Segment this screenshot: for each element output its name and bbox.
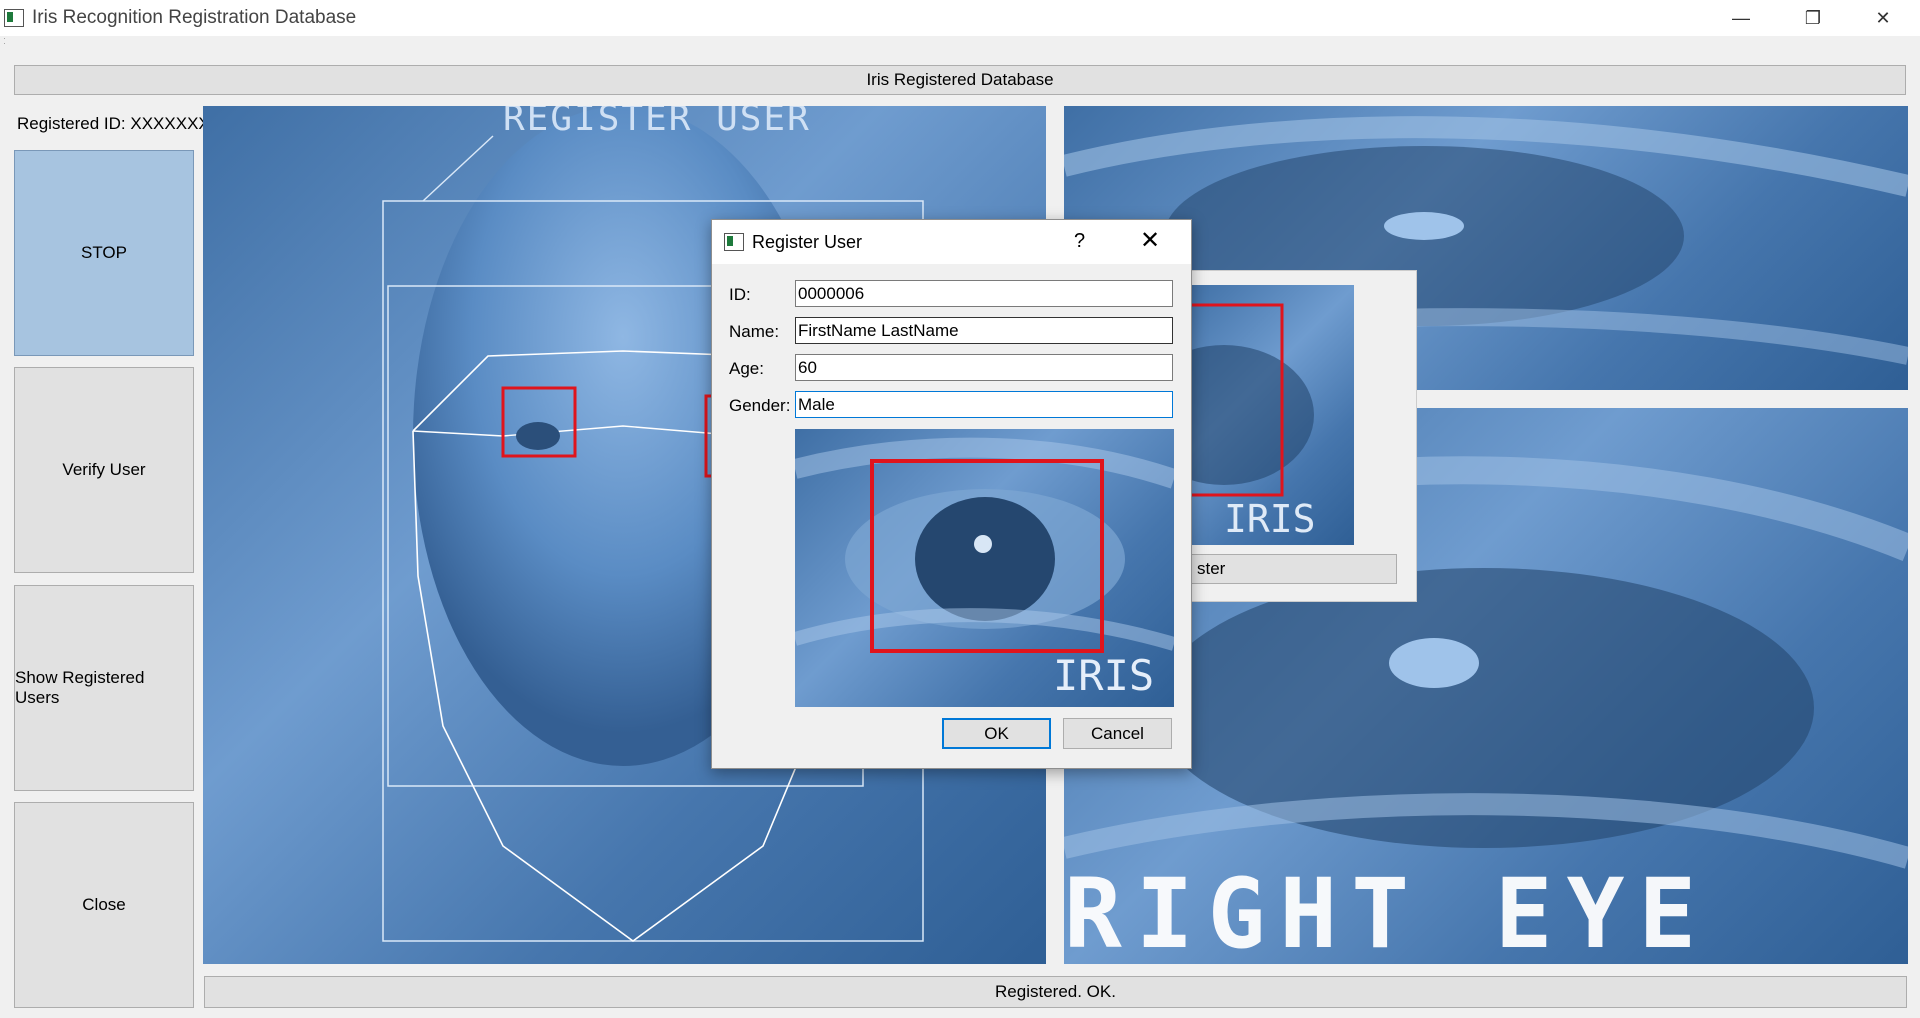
ok-button[interactable]: OK xyxy=(942,718,1051,749)
dialog-close-icon[interactable]: ✕ xyxy=(1140,226,1160,255)
dialog-title-bar: Register User ? ✕ xyxy=(712,220,1191,264)
close-icon[interactable]: ✕ xyxy=(1856,0,1910,36)
iris-preview-caption: IRIS xyxy=(1053,651,1155,700)
gender-label: Gender: xyxy=(729,396,791,415)
id-label: ID: xyxy=(729,285,751,304)
face-caption: REGISTER USER xyxy=(503,106,811,139)
age-field[interactable]: 60 xyxy=(795,354,1173,381)
registered-id-label: Registered ID: XXXXXXX xyxy=(17,114,210,133)
iris-preview-image: IRIS xyxy=(795,429,1174,707)
background-dialog-eye-image: IRIS xyxy=(1184,285,1354,545)
minimize-icon[interactable]: — xyxy=(1714,0,1768,36)
maximize-icon[interactable]: ❐ xyxy=(1786,0,1840,36)
show-registered-users-button[interactable]: Show Registered Users xyxy=(14,585,194,791)
toolbar-grip[interactable]: · · xyxy=(3,34,6,48)
verify-user-button[interactable]: Verify User xyxy=(14,367,194,573)
register-button[interactable]: ster xyxy=(1184,554,1397,584)
name-field[interactable]: FirstName LastName xyxy=(795,317,1173,344)
dialog-app-icon xyxy=(724,233,744,251)
background-dialog: IRIS ster xyxy=(1183,270,1417,602)
help-icon[interactable]: ? xyxy=(1074,230,1085,253)
title-bar: Iris Recognition Registration Database —… xyxy=(0,0,1920,36)
window-title: Iris Recognition Registration Database xyxy=(32,7,357,28)
right-eye-caption: RIGHT EYE xyxy=(1064,858,1711,964)
stop-button[interactable]: STOP xyxy=(14,150,194,356)
cancel-button[interactable]: Cancel xyxy=(1063,718,1172,749)
name-label: Name: xyxy=(729,322,780,341)
status-bar: Registered. OK. xyxy=(204,976,1907,1008)
app-icon xyxy=(4,9,24,27)
id-field[interactable]: 0000006 xyxy=(795,280,1173,307)
dialog-title: Register User xyxy=(752,232,863,252)
age-label: Age: xyxy=(729,359,764,378)
gender-field[interactable]: Male xyxy=(795,391,1173,418)
close-button[interactable]: Close xyxy=(14,802,194,1008)
background-dialog-caption: IRIS xyxy=(1224,497,1316,541)
register-user-dialog: Register User ? ✕ ID: 0000006 Name: Firs… xyxy=(711,219,1192,769)
registered-database-button[interactable]: Iris Registered Database xyxy=(14,65,1906,95)
